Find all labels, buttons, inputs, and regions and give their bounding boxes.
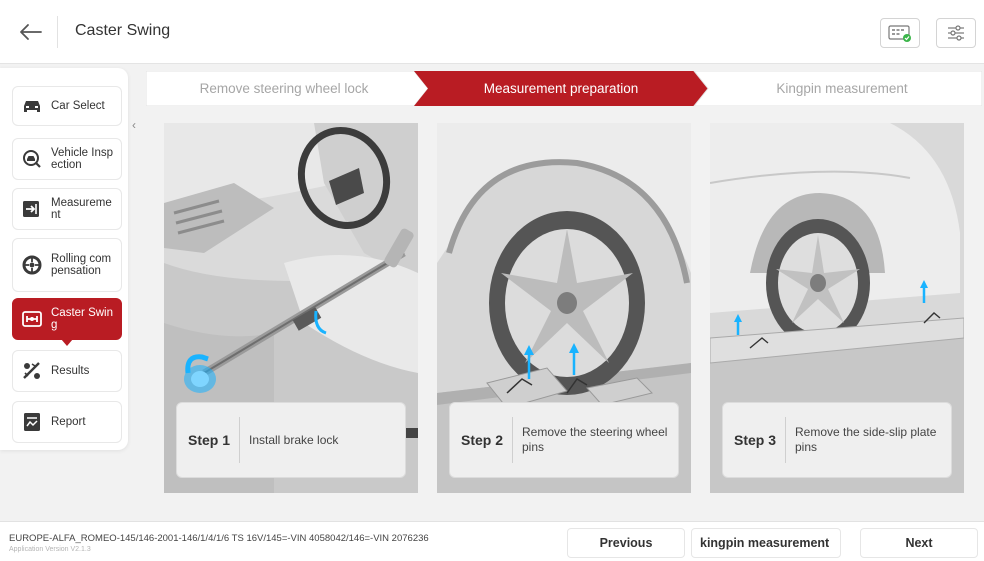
sidebar: Car Select Vehicle Inspection Measuremen… (0, 68, 128, 450)
step-progress-bar: Remove steering wheel lock Measurement p… (146, 71, 982, 106)
step-tab-measurement-preparation[interactable]: Measurement preparation (424, 71, 698, 106)
step-2-panel: Step 2 Remove the steering wheel pins (437, 123, 691, 493)
step-1-card: Step 1 Install brake lock (176, 402, 406, 478)
step-card-divider (785, 417, 786, 463)
step-3-card: Step 3 Remove the side-slip plate pins (722, 402, 952, 478)
sidebar-item-measurement[interactable]: Measurement (12, 188, 122, 230)
top-bar: Caster Swing (0, 0, 984, 64)
caster-icon (22, 309, 42, 329)
sidebar-item-car-select[interactable]: Car Select (12, 86, 122, 126)
wheel-icon (22, 255, 42, 275)
sidebar-item-report[interactable]: Report (12, 401, 122, 443)
step-card-divider (512, 417, 513, 463)
header-divider (57, 16, 58, 48)
obd-device-button[interactable] (880, 18, 920, 48)
report-icon (22, 412, 42, 432)
next-button[interactable]: Next (860, 528, 978, 558)
settings-sliders-icon (948, 25, 964, 41)
vehicle-info: EUROPE-ALFA_ROMEO-145/146-2001-146/1/4/1… (9, 533, 429, 544)
page-title: Caster Swing (75, 22, 171, 39)
sidebar-item-label: Caster Swing (51, 307, 113, 331)
sidebar-collapse-button[interactable]: ‹ (128, 116, 140, 134)
app-version: Application Version V2.1.3 (9, 546, 91, 553)
settings-button[interactable] (936, 18, 976, 48)
step-description: Install brake lock (249, 432, 339, 447)
step-card-divider (239, 417, 240, 463)
kingpin-measurement-button[interactable]: kingpin measurement (691, 528, 841, 558)
step-1-panel: Step 1 Install brake lock (164, 123, 418, 493)
sidebar-item-vehicle-inspection[interactable]: Vehicle Inspection (12, 138, 122, 180)
measurement-icon (22, 199, 42, 219)
step-description: Remove the side-slip plate pins (795, 425, 937, 454)
previous-button[interactable]: Previous (567, 528, 685, 558)
step-number: Step 1 (188, 432, 231, 448)
chevron-left-icon: ‹ (132, 118, 136, 132)
inspection-icon (22, 149, 42, 169)
step-tab-remove-lock[interactable]: Remove steering wheel lock (146, 71, 422, 106)
content-area: Car Select Vehicle Inspection Measuremen… (0, 64, 984, 521)
step-tab-kingpin-measurement[interactable]: Kingpin measurement (702, 71, 982, 106)
results-icon (22, 361, 42, 381)
sidebar-item-caster-swing[interactable]: Caster Swing (12, 298, 122, 346)
sidebar-item-results[interactable]: Results (12, 350, 122, 392)
sidebar-item-rolling-compensation[interactable]: Rolling compensation (12, 238, 122, 292)
step-description: Remove the steering wheel pins (522, 425, 668, 454)
sidebar-item-label: Car Select (51, 100, 105, 112)
sidebar-item-label: Rolling compensation (51, 253, 112, 277)
bottom-bar: EUROPE-ALFA_ROMEO-145/146-2001-146/1/4/1… (0, 521, 984, 561)
step-3-panel: Step 3 Remove the side-slip plate pins (710, 123, 964, 493)
sidebar-item-label: Vehicle Inspection (51, 147, 114, 171)
sidebar-item-label: Report (51, 416, 86, 428)
sidebar-item-label: Results (51, 365, 90, 377)
sidebar-item-label: Measurement (51, 197, 112, 221)
car-icon (22, 96, 42, 116)
step-2-card: Step 2 Remove the steering wheel pins (449, 402, 679, 478)
arrow-left-icon (20, 24, 42, 40)
step-number: Step 2 (461, 432, 504, 448)
step-number: Step 3 (734, 432, 777, 448)
obd-device-icon (888, 25, 911, 42)
back-button[interactable] (18, 22, 44, 42)
